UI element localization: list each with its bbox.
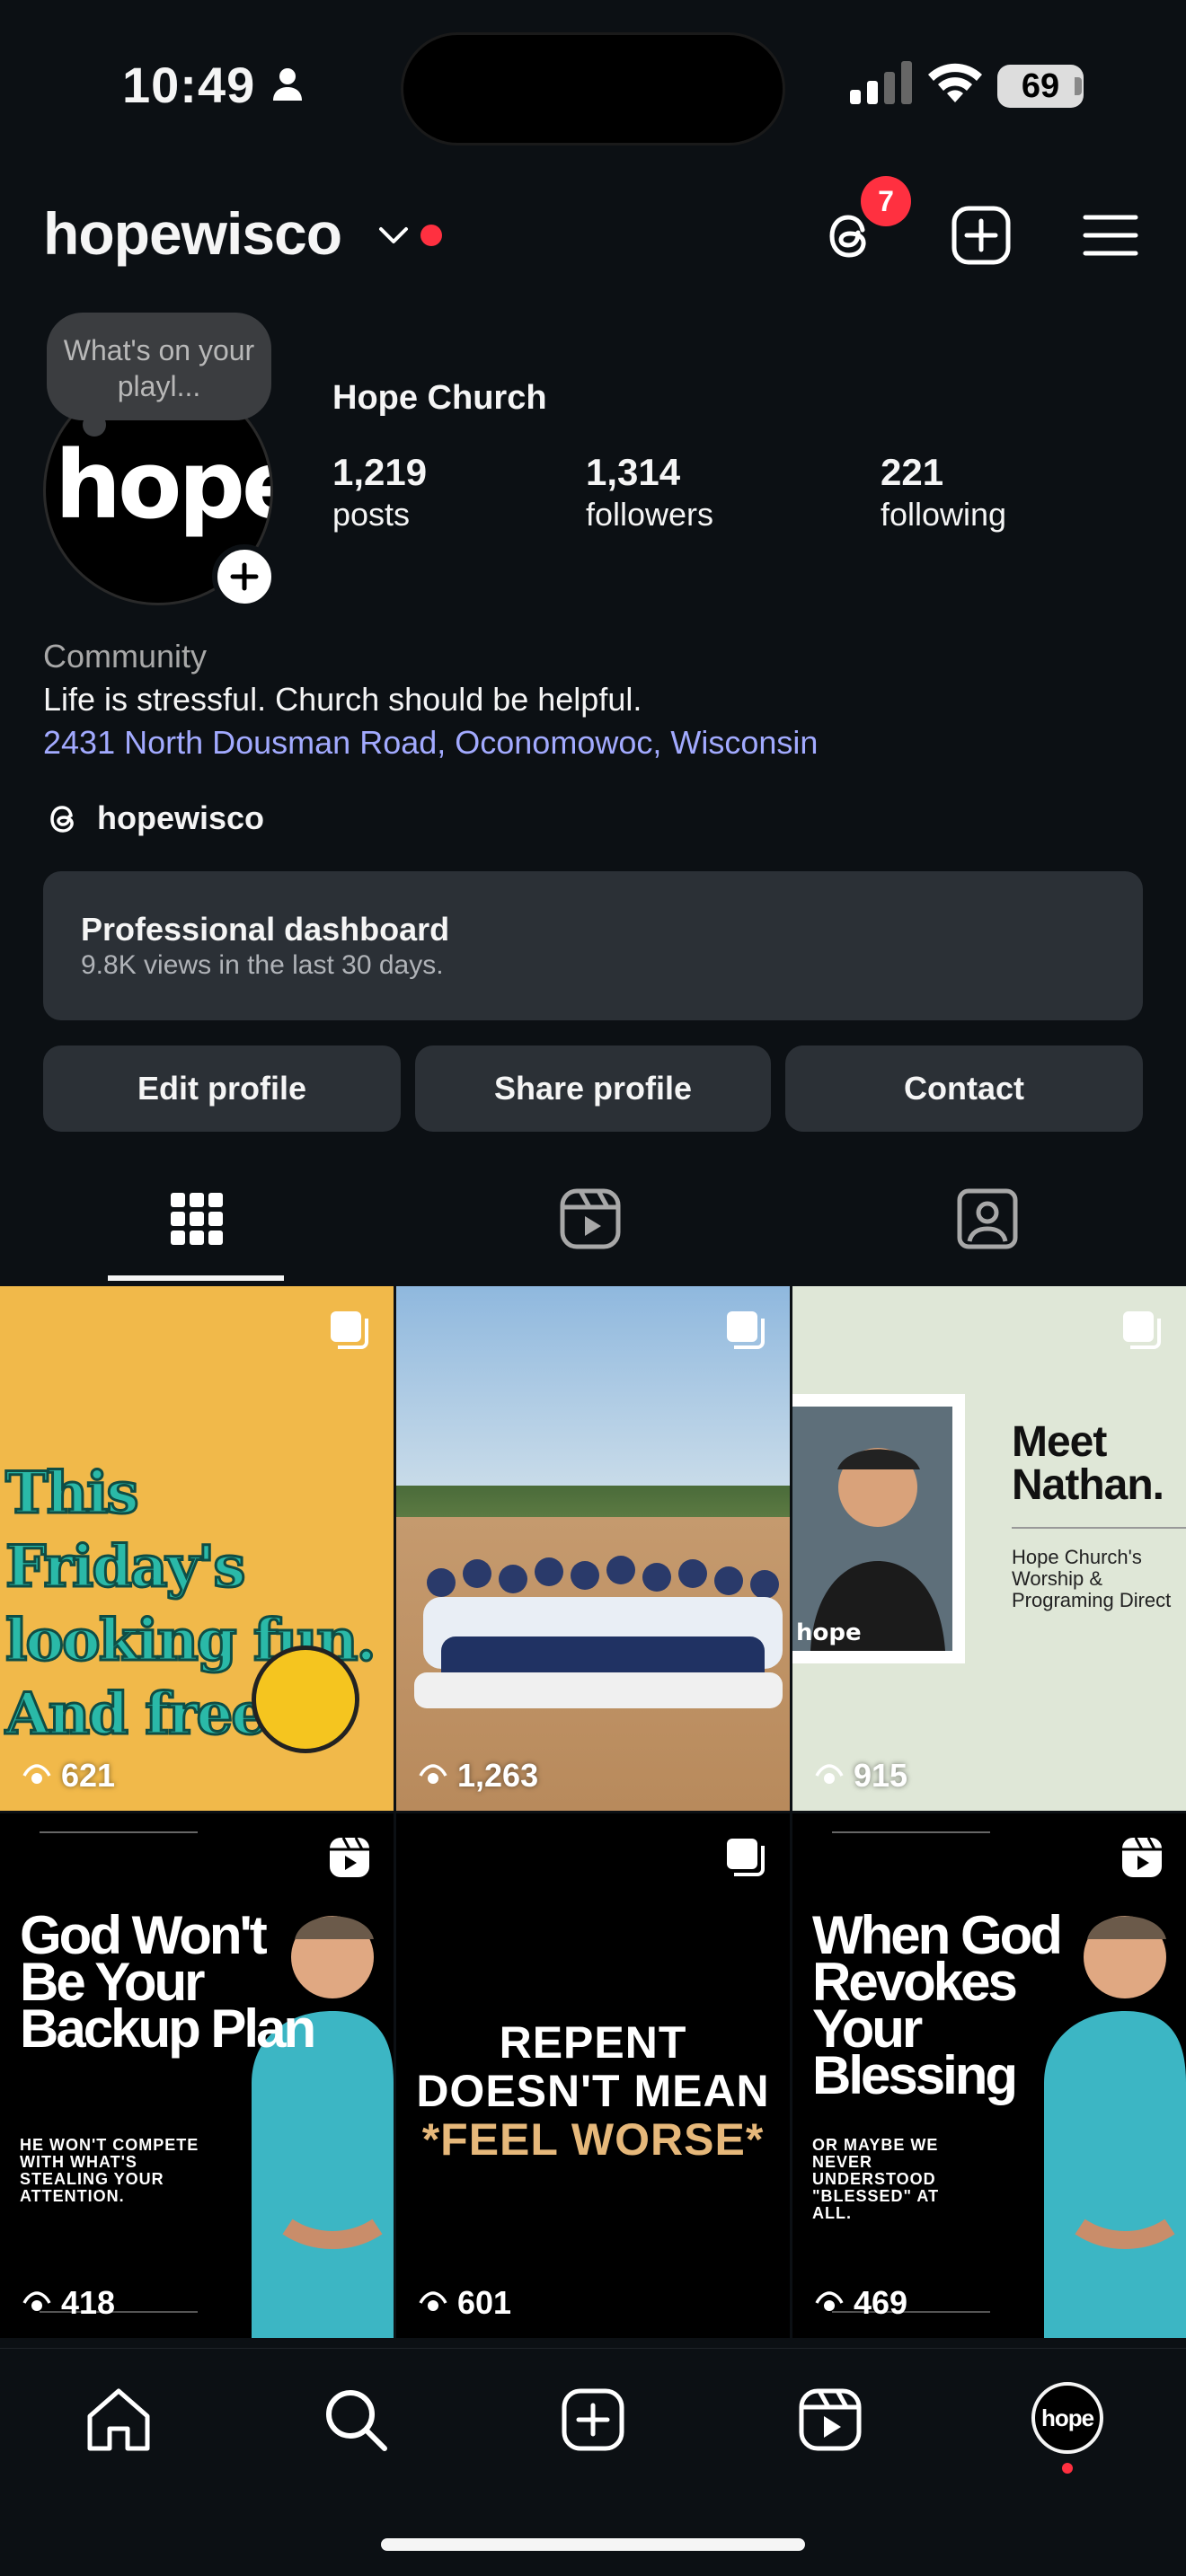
notification-dot bbox=[420, 225, 442, 246]
post-title: REPENT DOESN'T MEAN *FEEL WORSE* bbox=[396, 2018, 790, 2164]
avatar-logo-text: hope bbox=[55, 430, 270, 540]
following-count[interactable]: 221 bbox=[881, 451, 943, 494]
contact-button[interactable]: Contact bbox=[785, 1045, 1143, 1132]
sun-character-illustration bbox=[252, 1645, 359, 1753]
share-profile-button[interactable]: Share profile bbox=[415, 1045, 771, 1132]
post-thumbnail[interactable]: hope Meet Nathan. Hope Church's Worship … bbox=[792, 1286, 1186, 1811]
dashboard-title: Professional dashboard bbox=[81, 911, 450, 948]
post-subtitle: Hope Church's Worship & Programing Direc… bbox=[1012, 1546, 1172, 1611]
display-name: Hope Church bbox=[332, 379, 547, 417]
battery-indicator: 69 bbox=[997, 65, 1084, 108]
profile-category: Community bbox=[43, 638, 208, 675]
view-count: 469 bbox=[814, 2284, 907, 2322]
post-title: God Won't Be Your Backup Plan bbox=[20, 1905, 316, 2059]
following-label[interactable]: following bbox=[881, 496, 1006, 534]
view-count-value: 418 bbox=[61, 2284, 116, 2321]
portrait-photo: hope bbox=[792, 1394, 965, 1663]
reels-icon[interactable] bbox=[794, 2384, 866, 2456]
edit-profile-button[interactable]: Edit profile bbox=[43, 1045, 401, 1132]
profile-bio: Life is stressful. Church should be help… bbox=[43, 681, 642, 718]
threads-badge: 7 bbox=[861, 176, 911, 226]
post-title-highlight: *FEEL WORSE* bbox=[421, 2114, 765, 2165]
account-switcher[interactable]: hopewisco bbox=[43, 199, 342, 268]
active-tab-indicator bbox=[108, 1275, 284, 1281]
view-count-value: 469 bbox=[854, 2284, 908, 2321]
note-bubble[interactable]: What's on your playl... bbox=[47, 313, 271, 420]
cellular-signal-icon bbox=[850, 61, 912, 104]
post-title-line: DOESN'T MEAN bbox=[416, 2066, 770, 2116]
reel-icon bbox=[1122, 1837, 1162, 1877]
battery-tip bbox=[1075, 77, 1082, 95]
post-thumbnail[interactable]: When God Revokes Your Blessing OR MAYBE … bbox=[792, 1813, 1186, 2338]
view-count-value: 601 bbox=[457, 2284, 512, 2321]
views-icon bbox=[419, 2291, 447, 2311]
dashboard-subtitle: 9.8K views in the last 30 days. bbox=[81, 950, 444, 980]
view-count: 1,263 bbox=[418, 1757, 538, 1795]
svg-text:hope: hope bbox=[796, 1619, 862, 1646]
dynamic-island bbox=[401, 32, 785, 146]
view-count: 621 bbox=[22, 1757, 115, 1795]
home-indicator[interactable] bbox=[381, 2538, 805, 2551]
post-thumbnail[interactable]: REPENT DOESN'T MEAN *FEEL WORSE* 601 bbox=[396, 1813, 790, 2338]
posts-count[interactable]: 1,219 bbox=[332, 451, 427, 494]
chevron-down-icon[interactable] bbox=[377, 225, 410, 248]
post-subtitle: HE WON'T COMPETE WITH WHAT'S STEALING YO… bbox=[20, 2136, 199, 2205]
carousel-icon bbox=[727, 1311, 765, 1349]
views-icon bbox=[22, 1764, 51, 1784]
group-photo bbox=[414, 1556, 783, 1708]
views-icon bbox=[815, 2291, 844, 2311]
post-title: Meet Nathan. bbox=[1012, 1418, 1164, 1509]
post-thumbnail[interactable]: God Won't Be Your Backup Plan HE WON'T C… bbox=[0, 1813, 394, 2338]
posts-label[interactable]: posts bbox=[332, 496, 410, 534]
views-icon bbox=[419, 1764, 447, 1784]
view-count-value: 621 bbox=[61, 1757, 116, 1794]
followers-label[interactable]: followers bbox=[586, 496, 713, 534]
followers-count[interactable]: 1,314 bbox=[586, 451, 680, 494]
post-title-line: REPENT bbox=[499, 2017, 687, 2068]
divider bbox=[40, 1831, 198, 1833]
threads-profile-link[interactable]: hopewisco bbox=[97, 799, 264, 837]
views-icon bbox=[22, 2291, 51, 2311]
carousel-icon bbox=[1123, 1311, 1161, 1349]
add-story-plus-icon[interactable] bbox=[212, 544, 277, 609]
reel-icon bbox=[330, 1837, 369, 1877]
view-count-value: 915 bbox=[854, 1757, 908, 1794]
view-count: 915 bbox=[814, 1757, 907, 1795]
wifi-icon bbox=[928, 63, 982, 102]
status-time: 10:49 bbox=[122, 57, 256, 113]
divider bbox=[832, 1831, 990, 1833]
view-count: 601 bbox=[418, 2284, 511, 2322]
post-title: When God Revokes Your Blessing bbox=[812, 1905, 1063, 2105]
menu-icon[interactable] bbox=[1078, 203, 1143, 268]
post-subtitle: OR MAYBE WE NEVER UNDERSTOOD "BLESSED" A… bbox=[812, 2136, 940, 2222]
reels-tab-icon[interactable] bbox=[557, 1186, 624, 1252]
post-thumbnail[interactable]: This Friday's looking fun. And free. 621 bbox=[0, 1286, 394, 1811]
divider bbox=[1012, 1527, 1186, 1529]
post-thumbnail[interactable]: 1,263 bbox=[396, 1286, 790, 1811]
person-portrait: hope bbox=[796, 1448, 945, 1651]
carousel-icon bbox=[727, 1839, 765, 1876]
grid-tab-icon[interactable] bbox=[164, 1186, 230, 1252]
home-icon[interactable] bbox=[83, 2384, 155, 2456]
view-count-value: 1,263 bbox=[457, 1757, 539, 1794]
threads-icon[interactable] bbox=[43, 799, 83, 839]
profile-address-link[interactable]: 2431 North Dousman Road, Oconomowoc, Wis… bbox=[43, 724, 818, 762]
create-icon[interactable] bbox=[557, 2384, 629, 2456]
search-icon[interactable] bbox=[320, 2384, 392, 2456]
view-count: 418 bbox=[22, 2284, 115, 2322]
views-icon bbox=[815, 1764, 844, 1784]
person-icon bbox=[273, 68, 302, 101]
profile-notification-dot bbox=[1062, 2463, 1073, 2474]
create-post-icon[interactable] bbox=[949, 203, 1013, 268]
carousel-icon bbox=[331, 1311, 368, 1349]
tagged-tab-icon[interactable] bbox=[954, 1186, 1021, 1252]
profile-nav-avatar[interactable]: hope bbox=[1031, 2382, 1103, 2454]
